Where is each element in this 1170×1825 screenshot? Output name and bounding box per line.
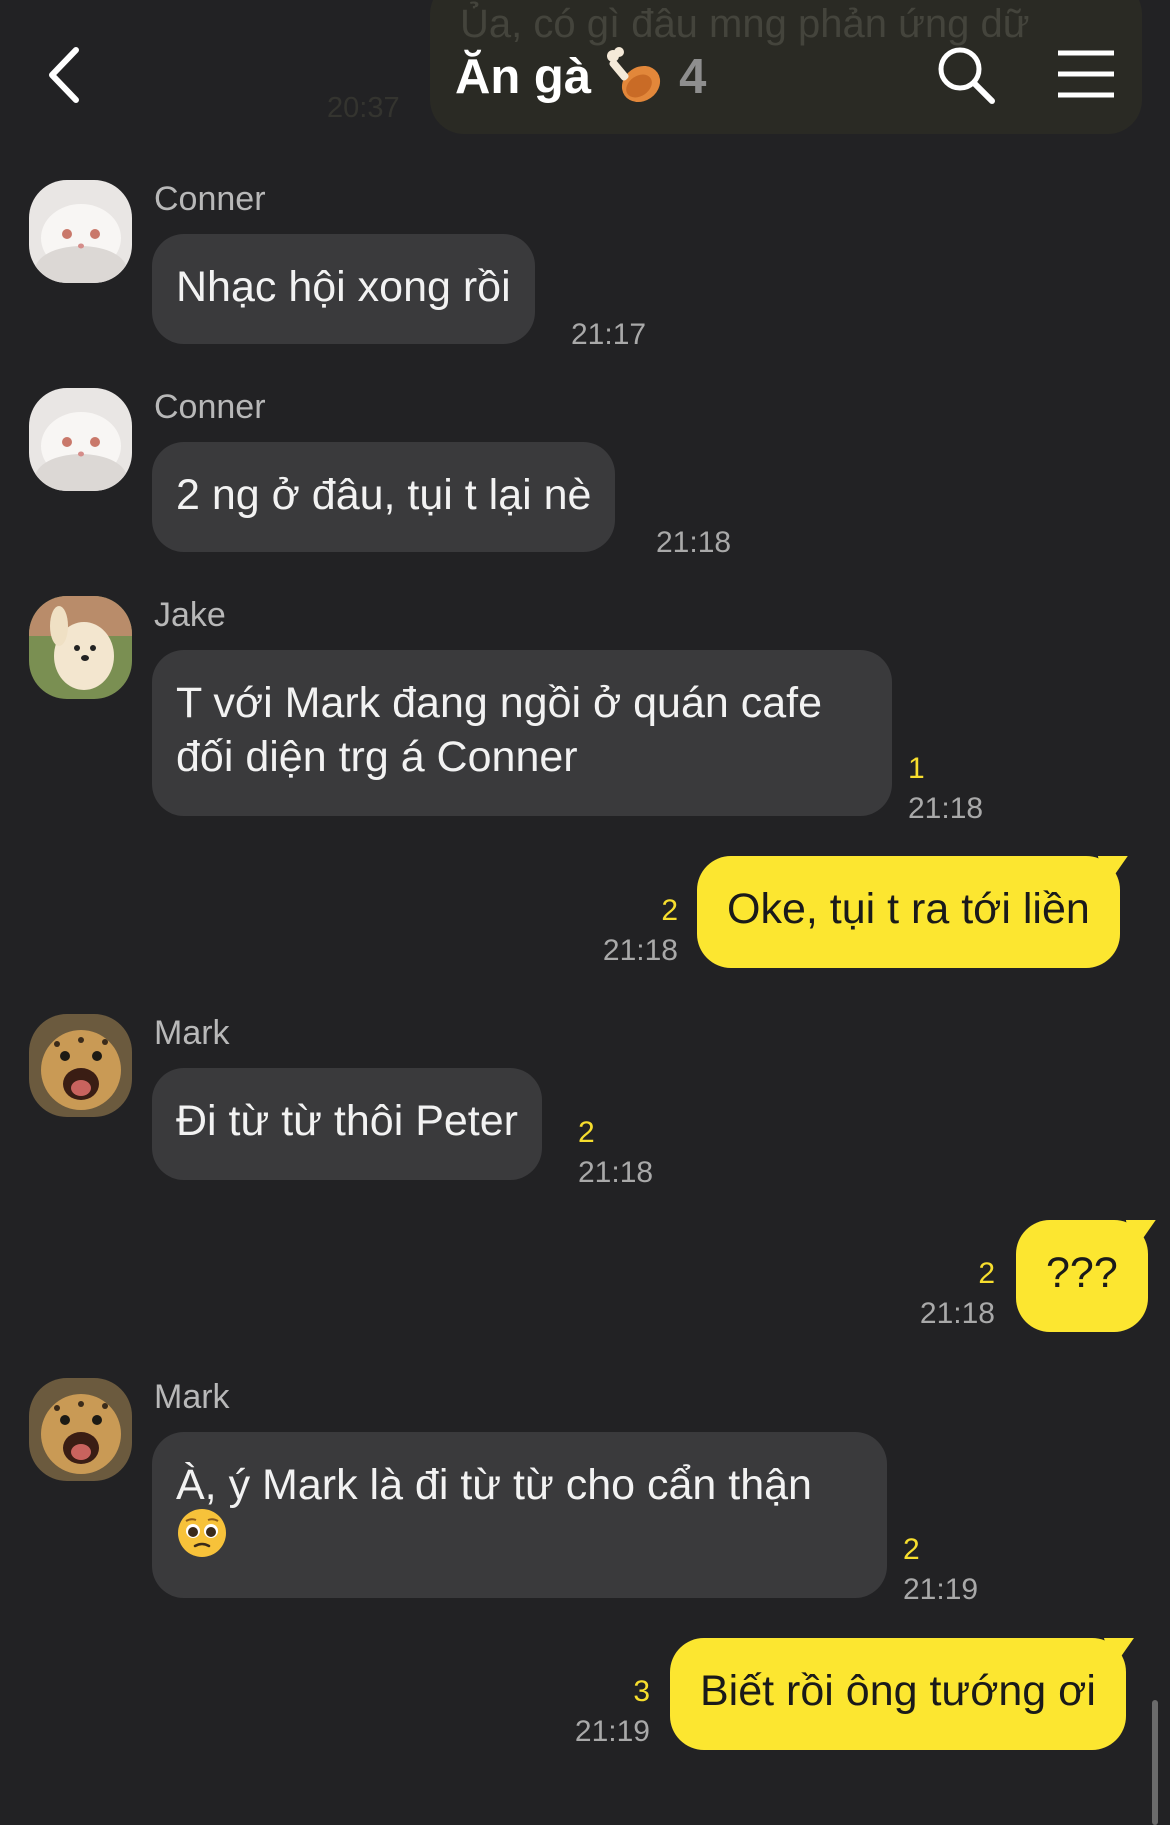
message-meta: 21:17 <box>571 318 646 352</box>
message-meta: 1 21:18 <box>908 752 983 826</box>
menu-icon[interactable] <box>1055 48 1117 100</box>
message-sender: Mark <box>154 1014 230 1052</box>
search-icon[interactable] <box>935 44 997 106</box>
message-text: Oke, tụi t ra tới liền <box>727 885 1090 933</box>
message-bubble-outgoing[interactable]: ??? <box>1016 1220 1148 1332</box>
message-time: 21:18 <box>908 792 984 825</box>
message-text-line: T với Mark đang ngồi ở quán cafe <box>176 679 823 727</box>
message-meta: 21:18 <box>656 526 731 560</box>
message-bubble-outgoing[interactable]: Oke, tụi t ra tới liền <box>697 856 1120 968</box>
message-time: 21:19 <box>903 1573 979 1606</box>
back-icon[interactable] <box>40 40 90 110</box>
message-bubble[interactable]: 2 ng ở đâu, tụi t lại nè <box>152 442 616 552</box>
message-text-line: đối diện trg á Conner <box>176 733 578 781</box>
message-text: ??? <box>1046 1249 1118 1297</box>
message-meta: 3 21:19 <box>560 1675 650 1749</box>
message-bubble-outgoing[interactable]: Biết rồi ông tướng ơi <box>670 1638 1126 1750</box>
message-text: 2 ng ở đâu, tụi t lại nè <box>176 471 592 519</box>
unread-count: 2 <box>978 1257 995 1290</box>
message-meta: 2 21:18 <box>578 1116 653 1190</box>
message-time: 21:18 <box>602 934 678 967</box>
member-count: 4 <box>679 50 707 104</box>
poultry-leg-icon <box>605 46 665 108</box>
message-bubble[interactable]: À, ý Mark là đi từ từ cho cẩn thận <box>152 1432 887 1598</box>
message-text: Biết rồi ông tướng ơi <box>700 1667 1096 1715</box>
message-text: Nhạc hội xong rồi <box>176 263 511 311</box>
avatar-jake[interactable] <box>29 596 132 699</box>
message-time: 21:18 <box>919 1297 995 1330</box>
avatar-mark[interactable] <box>29 1014 132 1117</box>
unread-count: 1 <box>908 752 925 785</box>
unread-count: 2 <box>578 1116 595 1149</box>
chat-header: Ăn gà 4 <box>0 0 1170 150</box>
message-sender: Conner <box>154 180 266 218</box>
message-meta: 2 21:18 <box>590 894 678 968</box>
message-emoji-line <box>176 1508 863 1566</box>
unread-count: 2 <box>661 894 678 927</box>
message-bubble[interactable]: Nhạc hội xong rồi <box>152 234 535 344</box>
unread-count: 3 <box>633 1675 650 1708</box>
chat-title[interactable]: Ăn gà 4 <box>455 42 706 112</box>
scrollbar[interactable] <box>1152 1700 1158 1825</box>
message-bubble[interactable]: T với Mark đang ngồi ở quán cafe đối diệ… <box>152 650 892 816</box>
pleading-face-icon <box>176 1507 228 1572</box>
message-sender: Conner <box>154 388 266 426</box>
message-meta: 2 21:18 <box>905 1257 995 1331</box>
message-meta: 2 21:19 <box>903 1533 978 1607</box>
message-time: 21:19 <box>574 1715 650 1748</box>
message-time: 21:17 <box>571 318 647 351</box>
chat-title-text: Ăn gà <box>455 50 592 104</box>
unread-count: 2 <box>903 1533 920 1566</box>
avatar-mark[interactable] <box>29 1378 132 1481</box>
message-time: 21:18 <box>656 526 732 559</box>
avatar-conner[interactable] <box>29 388 132 491</box>
message-sender: Mark <box>154 1378 230 1416</box>
message-bubble[interactable]: Đi từ từ thôi Peter <box>152 1068 542 1180</box>
message-sender: Jake <box>154 596 226 634</box>
message-text: Đi từ từ thôi Peter <box>176 1097 518 1145</box>
message-time: 21:18 <box>578 1156 654 1189</box>
avatar-conner[interactable] <box>29 180 132 283</box>
message-text-line: À, ý Mark là đi từ từ cho cẩn thận <box>176 1461 812 1509</box>
